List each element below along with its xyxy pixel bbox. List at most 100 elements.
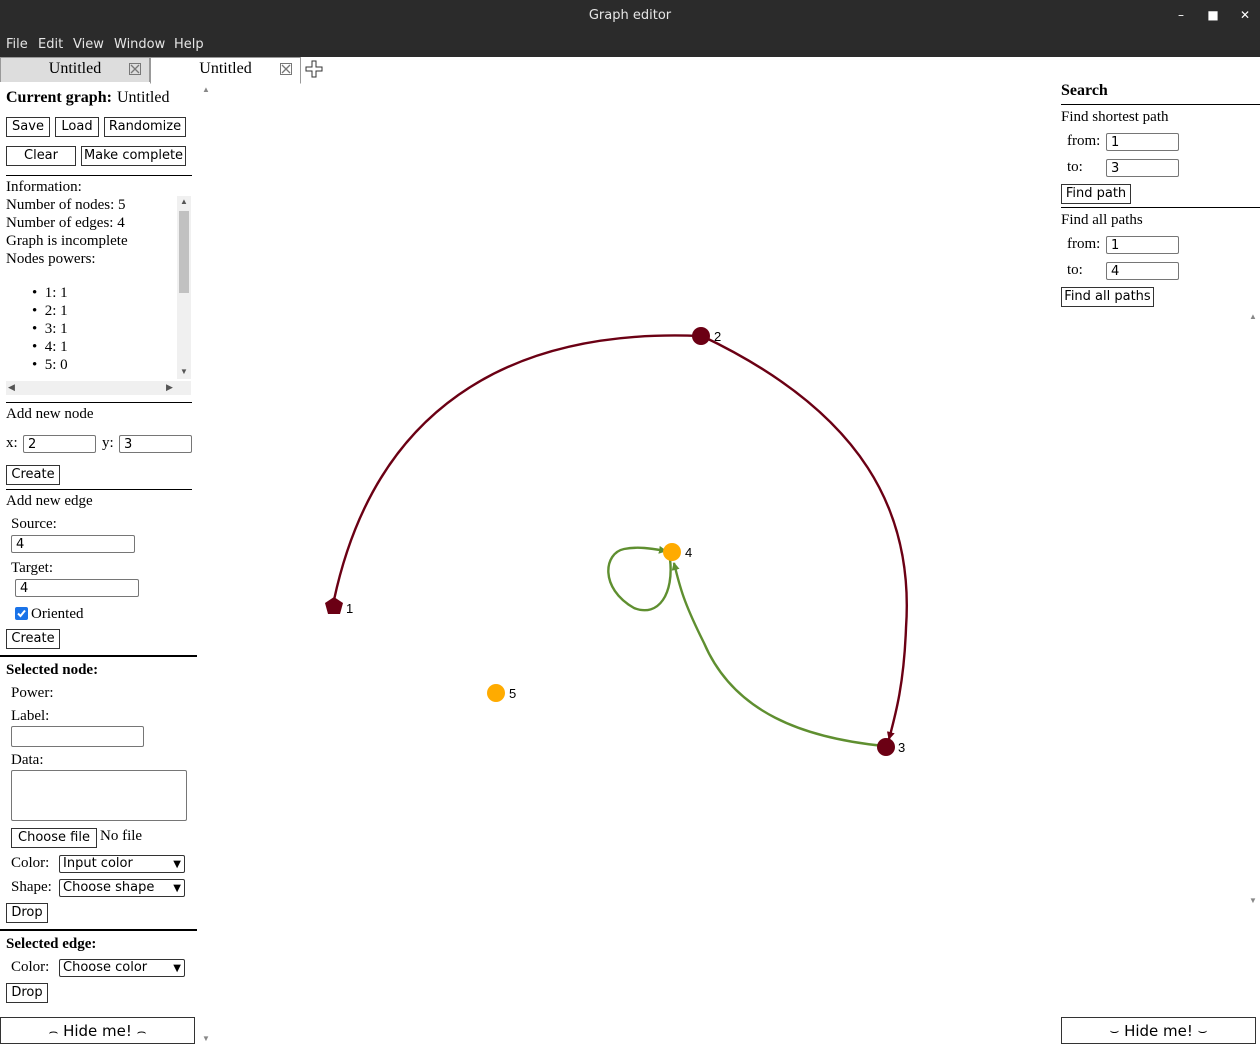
menu-help[interactable]: Help: [174, 37, 204, 52]
list-item: • 3: 1: [32, 321, 68, 337]
edge-1-2[interactable]: [332, 334, 701, 601]
scroll-up-icon[interactable]: ▲: [202, 85, 210, 94]
node-3[interactable]: [877, 738, 895, 756]
checkmark-icon: [17, 609, 26, 618]
scroll-down-icon[interactable]: ▼: [180, 367, 188, 376]
edge-4-4[interactable]: [607, 545, 672, 612]
edge-color-select[interactable]: Choose color ▼: [59, 959, 185, 977]
all-paths-heading: Find all paths: [1061, 212, 1143, 228]
divider: [6, 175, 192, 176]
selected-edge-heading: Selected edge:: [6, 936, 97, 952]
scroll-right-icon[interactable]: ▶: [166, 382, 173, 393]
load-button[interactable]: Load: [55, 117, 99, 137]
scroll-thumb[interactable]: [179, 211, 189, 293]
tab-close-icon[interactable]: [129, 63, 141, 75]
graph-svg[interactable]: 1 2 3 4 5: [214, 83, 1060, 1046]
node-data-textarea[interactable]: [11, 770, 187, 821]
shortest-from-input[interactable]: 1: [1106, 133, 1179, 151]
node-4[interactable]: [663, 543, 681, 561]
tab-bar: Untitled Untitled: [0, 57, 1260, 84]
hide-left-panel-button[interactable]: ⌢ Hide me! ⌢: [0, 1017, 195, 1044]
current-graph-name: Untitled: [117, 89, 170, 106]
nodes-count: Number of nodes: 5: [6, 197, 126, 213]
info-vertical-scrollbar[interactable]: ▲ ▼: [177, 196, 191, 379]
tab-close-icon[interactable]: [280, 63, 292, 75]
scroll-up-icon[interactable]: ▲: [1249, 312, 1257, 321]
node-label-3: 3: [898, 740, 905, 755]
node-label-5: 5: [509, 686, 516, 701]
new-tab-icon[interactable]: [305, 60, 323, 78]
tab-untitled-2[interactable]: Untitled: [150, 57, 301, 84]
edge-source-input[interactable]: 4: [11, 535, 135, 553]
all-to-input[interactable]: 4: [1106, 262, 1179, 280]
divider: [1061, 207, 1260, 208]
power-label: Power:: [11, 685, 54, 701]
shortest-to-input[interactable]: 3: [1106, 159, 1179, 177]
find-all-paths-button[interactable]: Find all paths: [1061, 287, 1154, 307]
list-item: • 2: 1: [32, 303, 68, 319]
close-icon[interactable]: ✕: [1237, 7, 1253, 23]
graph-canvas[interactable]: 1 2 3 4 5: [214, 83, 1060, 1046]
hide-search-panel-button[interactable]: ⌣ Hide me! ⌣: [1061, 1017, 1256, 1044]
randomize-button[interactable]: Randomize: [104, 117, 186, 137]
oriented-checkbox[interactable]: [15, 607, 28, 620]
scroll-left-icon[interactable]: ◀: [8, 382, 15, 393]
from-label: from:: [1067, 236, 1101, 252]
file-status: No file: [100, 828, 143, 844]
target-label: Target:: [11, 560, 53, 576]
node-label-input[interactable]: [11, 726, 144, 747]
clear-button[interactable]: Clear: [6, 146, 76, 166]
left-panel-scrollbar[interactable]: ▲ ▼: [199, 83, 213, 1046]
tab-untitled-1[interactable]: Untitled: [0, 57, 150, 82]
edge-target-input[interactable]: 4: [15, 579, 139, 597]
edge-3-4[interactable]: [671, 562, 885, 748]
node-5[interactable]: [487, 684, 505, 702]
node-label-1: 1: [346, 601, 353, 616]
menu-file[interactable]: File: [6, 37, 28, 52]
tab-label: Untitled: [48, 60, 102, 77]
chevron-down-icon: ▼: [173, 963, 181, 974]
all-from-input[interactable]: 1: [1106, 236, 1179, 254]
node-1[interactable]: [325, 597, 343, 614]
minimize-icon[interactable]: –: [1173, 7, 1189, 23]
menu-edit[interactable]: Edit: [38, 37, 63, 52]
menu-view[interactable]: View: [73, 37, 104, 52]
node-x-input[interactable]: 2: [23, 435, 96, 453]
info-horizontal-scrollbar[interactable]: ◀ ▶: [6, 381, 191, 395]
drop-node-button[interactable]: Drop: [6, 903, 48, 923]
info-heading: Information:: [6, 179, 82, 195]
chevron-down-icon: ▼: [173, 859, 181, 870]
scroll-down-icon[interactable]: ▼: [202, 1034, 210, 1043]
save-button[interactable]: Save: [6, 117, 50, 137]
tab-label: Untitled: [199, 60, 252, 77]
node-shape-select[interactable]: Choose shape ▼: [59, 879, 185, 897]
edge-2-3[interactable]: [701, 334, 908, 740]
search-scrollbar[interactable]: ▲ ▼: [1246, 310, 1260, 910]
data-label: Data:: [11, 752, 44, 768]
drop-edge-button[interactable]: Drop: [6, 983, 48, 1003]
search-heading: Search: [1061, 82, 1108, 99]
create-node-button[interactable]: Create: [6, 465, 60, 485]
divider: [0, 655, 197, 657]
scroll-down-icon[interactable]: ▼: [1249, 896, 1257, 905]
selected-node-heading: Selected node:: [6, 662, 99, 678]
find-path-button[interactable]: Find path: [1061, 184, 1131, 204]
oriented-label: Oriented: [31, 606, 84, 622]
node-label-4: 4: [685, 545, 692, 560]
node-2[interactable]: [692, 327, 710, 345]
shortest-path-heading: Find shortest path: [1061, 109, 1169, 125]
create-edge-button[interactable]: Create: [6, 629, 60, 649]
list-item: • 4: 1: [32, 339, 68, 355]
make-complete-button[interactable]: Make complete: [81, 146, 186, 166]
menu-window[interactable]: Window: [114, 37, 165, 52]
divider: [6, 402, 192, 403]
choose-file-button[interactable]: Choose file: [11, 828, 97, 848]
node-color-select[interactable]: Input color ▼: [59, 855, 185, 873]
scroll-up-icon[interactable]: ▲: [180, 197, 188, 206]
edges-count: Number of edges: 4: [6, 215, 125, 231]
node-y-input[interactable]: 3: [119, 435, 192, 453]
color-label: Color:: [11, 855, 50, 871]
maximize-icon[interactable]: ■: [1205, 7, 1221, 23]
node-label-2: 2: [714, 329, 721, 344]
y-label: y:: [102, 435, 114, 451]
